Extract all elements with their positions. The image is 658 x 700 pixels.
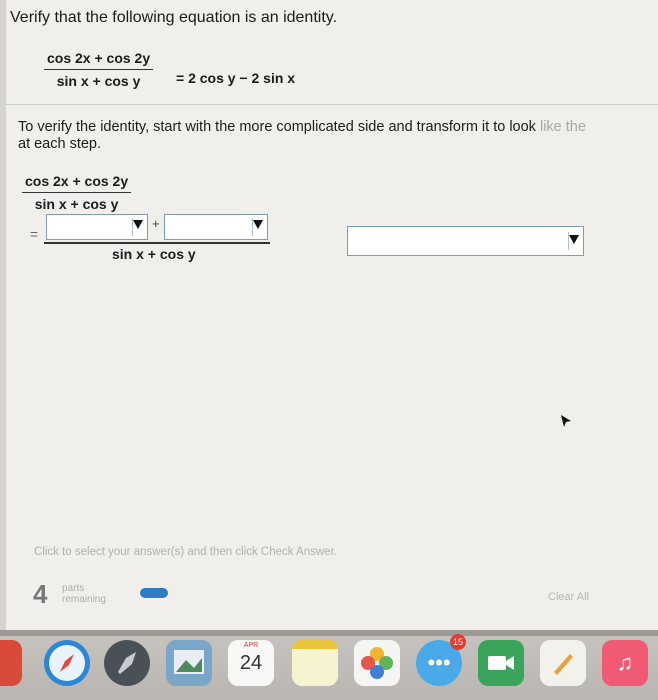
lhs-fraction: cos 2x + cos 2y sin x + cos y — [44, 50, 154, 89]
instruction-text: To verify the identity, start with the m… — [18, 119, 658, 153]
pen-icon — [554, 654, 573, 675]
work-denominator: sin x + cos y — [112, 246, 196, 262]
step-fraction: cos 2x + cos 2y sin x + cos y — [22, 173, 132, 212]
progress-bar — [140, 588, 168, 598]
calendar-month: APR — [243, 642, 259, 649]
compass-icon — [49, 645, 85, 681]
notes-header — [292, 640, 338, 649]
safari-icon[interactable] — [44, 640, 90, 686]
numerator-select-2[interactable] — [164, 214, 268, 240]
maps-icon[interactable] — [0, 640, 22, 686]
parts-remaining-label: parts remaining — [62, 583, 106, 605]
video-camera-icon — [488, 656, 514, 670]
chevron-down-icon — [569, 235, 579, 244]
lhs-numerator: cos 2x + cos 2y — [44, 50, 154, 70]
rocket-icon — [118, 652, 136, 674]
section-divider — [6, 104, 658, 105]
parts-label-1: parts — [62, 583, 85, 594]
left-edge — [0, 0, 6, 630]
music-note-icon: ♫ — [616, 650, 634, 675]
chevron-down-icon — [253, 220, 263, 229]
photos-icon[interactable] — [354, 640, 400, 686]
dock-shelf — [0, 630, 658, 636]
step-denominator: sin x + cos y — [34, 196, 119, 212]
flower-icon — [361, 647, 393, 679]
identity-equation: cos 2x + cos 2y sin x + cos y — [44, 50, 154, 89]
parts-label-2: remaining — [62, 594, 106, 605]
facetime-icon[interactable] — [478, 640, 524, 686]
equals-sign: = — [30, 226, 39, 242]
messages-icon[interactable]: ••• 15 — [416, 634, 466, 686]
result-select[interactable] — [347, 226, 584, 256]
calendar-day: 24 — [239, 652, 263, 674]
instruction-faded: like the — [539, 119, 586, 135]
chevron-down-icon — [133, 220, 143, 229]
question-screen: Verify that the following equation is an… — [0, 0, 658, 630]
notes-icon[interactable] — [292, 640, 338, 686]
calendar-icon[interactable]: APR 24 — [228, 640, 274, 686]
mouse-cursor-icon — [561, 415, 571, 427]
pages-icon[interactable] — [540, 640, 586, 686]
photo-viewer-icon — [174, 650, 204, 674]
fraction-bar — [44, 242, 270, 244]
numerator-select-1[interactable] — [46, 214, 148, 240]
instruction-main: To verify the identity, start with the m… — [18, 119, 540, 135]
question-title: Verify that the following equation is an… — [10, 9, 338, 26]
clear-all-button[interactable]: Clear All — [548, 591, 589, 603]
music-icon[interactable]: ♫ — [602, 640, 648, 686]
rhs-expression: = 2 cos y − 2 sin x — [176, 70, 296, 86]
dock: APR 24 ••• 15 ♫ — [0, 630, 658, 700]
step-numerator: cos 2x + cos 2y — [22, 173, 132, 193]
plus-sign: + — [152, 216, 160, 231]
messages-badge: 15 — [450, 634, 466, 650]
preview-icon[interactable] — [166, 640, 212, 686]
lhs-denominator: sin x + cos y — [56, 73, 141, 89]
instruction-line2: at each step. — [18, 136, 102, 152]
launchpad-icon[interactable] — [104, 640, 150, 686]
parts-remaining-count: 4 — [33, 579, 48, 609]
status-message: Click to select your answer(s) and then … — [34, 546, 337, 558]
